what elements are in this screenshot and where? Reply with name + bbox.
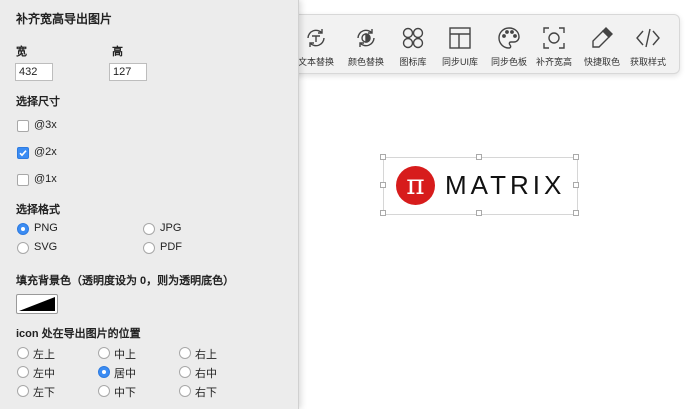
sync-palette-icon [498,27,520,49]
export-panel: 补齐宽高导出图片 宽 高 选择尺寸 @3x @2x @1x 选择格式 PNG J… [0,0,299,409]
toolbar-get-style-button[interactable]: 获取样式 [623,23,673,69]
position-center-label: 居中 [114,368,136,380]
text-replace-icon [307,29,325,47]
size-2x-checkbox[interactable] [17,147,29,159]
position-top-right-radio[interactable] [179,347,191,359]
plugin-toolbar: 文本替换 颜色替换 图标库 同步UI库 同步色板 补齐宽高 快捷取色 获取样式 [289,14,680,74]
resize-handle[interactable] [380,182,386,188]
width-input[interactable] [15,63,53,81]
size-1x-label: @1x [34,173,57,185]
position-top-left-label: 左上 [33,349,55,361]
width-label: 宽 [16,46,27,58]
size-section-label: 选择尺寸 [16,96,60,108]
format-png-label: PNG [34,222,58,234]
toolbar-sync-ui-library-button[interactable]: 同步UI库 [435,23,485,69]
resize-handle[interactable] [380,210,386,216]
toolbar-label: 快捷取色 [583,57,620,67]
toolbar-label: 同步UI库 [441,57,478,67]
color-replace-icon [357,29,375,47]
format-pdf-label: PDF [160,241,182,253]
resize-handle[interactable] [476,154,482,160]
icon-position-label: icon 处在导出图片的位置 [16,328,141,340]
background-color-label: 填充背景色（透明度设为 0，则为透明底色） [16,275,235,287]
resize-handle[interactable] [476,210,482,216]
position-center-radio[interactable] [98,366,110,378]
toolbar-eyedropper-button[interactable]: 快捷取色 [577,23,627,69]
toolbar-label: 获取样式 [629,57,666,67]
size-1x-checkbox[interactable] [17,174,29,186]
position-middle-left-label: 左中 [33,368,55,380]
color-swatch-icon [19,297,55,311]
resize-handle[interactable] [573,154,579,160]
toolbar-fill-size-button[interactable]: 补齐宽高 [529,23,579,69]
position-top-center-radio[interactable] [98,347,110,359]
toolbar-label: 图标库 [399,57,427,67]
sync-ui-library-icon [449,27,471,49]
format-pdf-radio[interactable] [143,242,155,254]
code-icon [636,28,660,48]
position-bottom-right-label: 右下 [195,387,217,399]
format-svg-radio[interactable] [17,242,29,254]
checkmark-icon [19,150,27,157]
fill-size-icon [543,27,565,49]
size-3x-label: @3x [34,119,57,131]
position-bottom-right-radio[interactable] [179,385,191,397]
position-bottom-center-label: 中下 [114,387,136,399]
size-2x-label: @2x [34,146,57,158]
eyedropper-icon [592,27,613,48]
toolbar-label: 颜色替换 [347,57,384,67]
position-top-center-label: 中上 [114,349,136,361]
format-section-label: 选择格式 [16,204,60,216]
height-input[interactable] [109,63,147,81]
format-jpg-radio[interactable] [143,223,155,235]
icon-library-icon [402,27,424,49]
size-3x-checkbox[interactable] [17,120,29,132]
position-middle-left-radio[interactable] [17,366,29,378]
toolbar-color-replace-button[interactable]: 颜色替换 [341,23,391,69]
logo-symbol: π [406,168,425,201]
position-middle-right-radio[interactable] [179,366,191,378]
position-bottom-left-radio[interactable] [17,385,29,397]
position-bottom-center-radio[interactable] [98,385,110,397]
toolbar-label: 同步色板 [490,57,527,67]
toolbar-label: 补齐宽高 [535,57,572,67]
position-middle-right-label: 右中 [195,368,217,380]
toolbar-sync-palette-button[interactable]: 同步色板 [484,23,534,69]
format-svg-label: SVG [34,241,58,253]
background-color-well[interactable] [16,294,58,314]
format-png-radio[interactable] [17,223,29,235]
resize-handle[interactable] [573,182,579,188]
position-bottom-left-label: 左下 [33,387,55,399]
position-top-left-radio[interactable] [17,347,29,359]
resize-handle[interactable] [573,210,579,216]
resize-handle[interactable] [380,154,386,160]
logo-wordmark: MATRIX [445,170,566,200]
panel-title: 补齐宽高导出图片 [16,12,113,26]
height-label: 高 [112,46,123,58]
format-jpg-label: JPG [160,222,182,234]
position-top-right-label: 右上 [195,349,217,361]
toolbar-icon-library-button[interactable]: 图标库 [388,23,438,69]
